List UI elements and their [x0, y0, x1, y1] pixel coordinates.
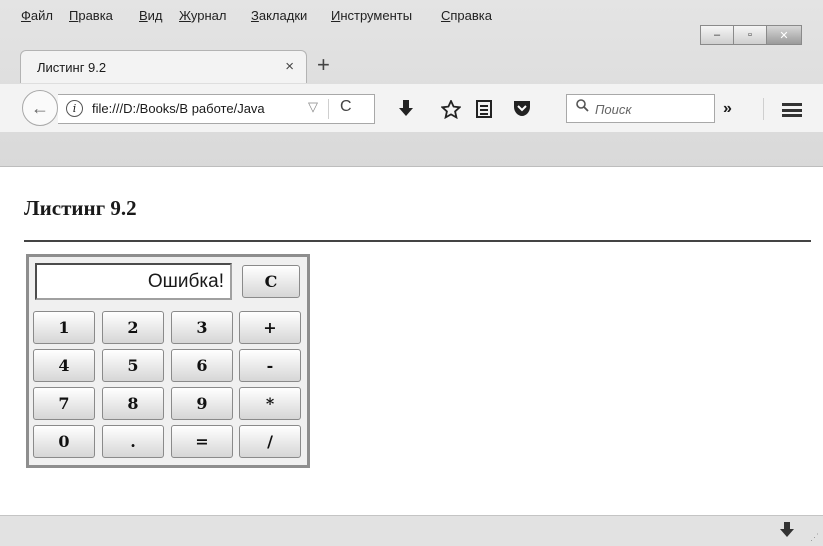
browser-chrome: Файл Правка Вид Журнал Закладки Инструме…	[0, 0, 823, 167]
key-4[interactable]: 4	[33, 349, 95, 382]
key-8[interactable]: 8	[102, 387, 164, 420]
toolbar-separator	[763, 98, 764, 120]
status-bar: ⋰	[0, 515, 823, 546]
clear-button[interactable]: C	[242, 265, 300, 298]
back-button[interactable]: ←	[22, 90, 58, 126]
reload-icon[interactable]: C	[340, 98, 352, 116]
minimize-button[interactable]: –	[700, 25, 734, 45]
calculator: Ошибка! C 1 2 3 + 4 5 6 - 7 8 9 * 0 . = …	[26, 254, 310, 468]
new-tab-button[interactable]: +	[317, 52, 330, 78]
pocket-icon[interactable]	[513, 100, 531, 122]
key-0[interactable]: 0	[33, 425, 95, 458]
key-9[interactable]: 9	[171, 387, 233, 420]
key-multiply[interactable]: *	[239, 387, 301, 420]
menu-bookmarks[interactable]: Закладки	[251, 8, 307, 23]
key-equals[interactable]: =	[171, 425, 233, 458]
address-bar[interactable]: i file:///D:/Books/В работе/Java ▽ C	[58, 94, 375, 124]
menu-tools[interactable]: Инструменты	[331, 8, 412, 23]
menu-help[interactable]: Справка	[441, 8, 492, 23]
key-2[interactable]: 2	[102, 311, 164, 344]
url-separator	[328, 99, 329, 119]
key-3[interactable]: 3	[171, 311, 233, 344]
key-divide[interactable]: /	[239, 425, 301, 458]
maximize-button[interactable]: ▫	[733, 25, 767, 45]
close-window-button[interactable]: ✕	[766, 25, 802, 45]
calculator-display: Ошибка!	[35, 263, 232, 300]
horizontal-rule	[24, 240, 811, 242]
tab-active[interactable]: Листинг 9.2 ×	[20, 50, 307, 83]
key-6[interactable]: 6	[171, 349, 233, 382]
tab-title: Листинг 9.2	[37, 60, 107, 75]
key-plus[interactable]: +	[239, 311, 301, 344]
key-1[interactable]: 1	[33, 311, 95, 344]
reading-list-icon[interactable]	[476, 100, 492, 123]
key-7[interactable]: 7	[33, 387, 95, 420]
download-icon[interactable]	[780, 522, 794, 543]
window-controls: – ▫ ✕	[700, 25, 802, 45]
overflow-chevron-icon[interactable]: »	[723, 100, 732, 118]
search-icon	[576, 99, 589, 115]
key-dot[interactable]: .	[102, 425, 164, 458]
search-box[interactable]	[566, 94, 715, 123]
search-input[interactable]	[593, 98, 712, 120]
page-title: Листинг 9.2	[24, 196, 137, 220]
hamburger-menu-icon[interactable]	[782, 103, 802, 117]
history-dropdown-icon[interactable]: ▽	[308, 99, 318, 115]
menu-history[interactable]: Журнал	[179, 8, 226, 23]
resize-grip-icon[interactable]: ⋰	[810, 532, 819, 543]
key-5[interactable]: 5	[102, 349, 164, 382]
arrow-left-icon: ←	[31, 97, 49, 118]
download-icon[interactable]	[398, 100, 414, 123]
menu-view[interactable]: Вид	[139, 8, 163, 23]
close-tab-icon[interactable]: ×	[285, 58, 294, 75]
tab-strip: Листинг 9.2 × +	[0, 48, 823, 84]
info-icon[interactable]: i	[66, 100, 83, 117]
key-minus[interactable]: -	[239, 349, 301, 382]
url-text[interactable]: file:///D:/Books/В работе/Java	[92, 101, 297, 116]
menu-file[interactable]: Файл	[21, 8, 53, 23]
star-icon[interactable]	[440, 98, 462, 124]
navigation-toolbar: ← i file:///D:/Books/В работе/Java ▽ C »	[0, 84, 823, 132]
menu-edit[interactable]: Правка	[69, 8, 113, 23]
